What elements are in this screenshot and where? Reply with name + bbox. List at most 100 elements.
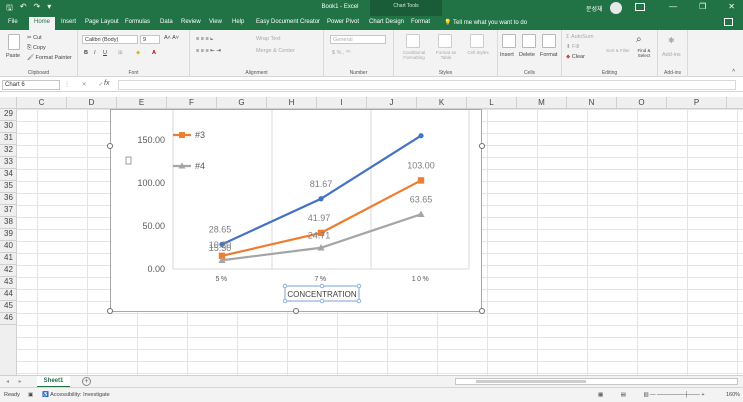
row-header[interactable]: 38 [0,217,17,229]
insert-cells-icon[interactable] [502,34,516,48]
autosum-button[interactable]: Σ AutoSum [566,34,594,40]
copy-button[interactable]: ⎘ Copy [27,45,46,52]
tab-chart-design[interactable]: Chart Design [369,19,404,25]
tab-formulas[interactable]: Formulas [125,19,150,25]
column-header[interactable]: J [367,97,417,109]
number-format-icons[interactable]: $ % , ⁰⁰ [332,50,350,56]
format-painter-button[interactable]: 🖌 Format Painter [27,55,72,61]
row-header[interactable]: 29 [0,109,17,121]
ribbon-display-options-icon[interactable] [635,3,645,11]
align-top-icons[interactable]: ≡ ≡ ≡ ⟀ [196,36,214,43]
column-header[interactable]: I [317,97,367,109]
font-size-box[interactable]: 9 [140,35,160,44]
accessibility-status[interactable]: ♿ Accessibility: Investigate [42,392,110,398]
fill-color-icon[interactable]: ◈ [136,50,140,56]
column-header[interactable]: K [417,97,467,109]
tab-easy-document-creator[interactable]: Easy Document Creator [256,19,320,25]
column-header[interactable]: L [467,97,517,109]
merge-center-button[interactable]: Merge & Center [256,48,295,54]
conditional-formatting-icon[interactable] [406,34,420,48]
column-header[interactable]: F [167,97,217,109]
redo-icon[interactable]: ↷ [34,2,41,16]
column-header[interactable]: O [617,97,667,109]
tab-insert[interactable]: Insert [61,19,76,25]
horizontal-scrollbar[interactable] [455,378,738,385]
customize-qat-icon[interactable]: ▾ [47,2,51,16]
row-header[interactable]: 41 [0,253,17,265]
row-header[interactable]: 31 [0,133,17,145]
close-icon[interactable]: ✕ [728,2,735,11]
font-grow-shrink-icons[interactable]: A˄ A˅ [164,35,179,41]
format-table-icon[interactable] [438,34,452,48]
name-box[interactable]: Chart 6 [2,80,60,90]
user-name[interactable]: 문성재 [586,4,603,13]
zoom-slider[interactable]: — ───────┼─── + [650,392,705,398]
column-header[interactable]: N [567,97,617,109]
font-color-icon[interactable]: A [152,50,156,56]
conditional-formatting-button[interactable]: Conditional Formatting [398,50,430,60]
collapse-ribbon-icon[interactable]: ˄ [732,68,735,74]
column-header[interactable]: E [117,97,167,109]
tab-review[interactable]: Review [181,19,201,25]
column-header[interactable]: H [267,97,317,109]
borders-icon[interactable]: ⊞ [118,50,123,56]
insert-button[interactable]: Insert [500,52,514,58]
tab-data[interactable]: Data [160,19,173,25]
row-header[interactable]: 46 [0,313,17,325]
align-left-icons[interactable]: ≡ ≡ ≡ ⇤ ⇥ [196,48,221,54]
column-header[interactable]: D [67,97,117,109]
tab-power-pivot[interactable]: Power Pivot [327,19,359,25]
sheet-nav-arrows[interactable]: ◂ ▸ [6,378,26,385]
chart-resize-handle[interactable] [107,308,113,314]
wrap-text-button[interactable]: Wrap Text [256,36,281,42]
zoom-level[interactable]: 160% [726,392,740,398]
paste-button[interactable]: Paste [6,53,20,59]
macro-record-icon[interactable]: ▣ [28,392,33,398]
row-header[interactable]: 43 [0,277,17,289]
font-name-box[interactable]: Calibri (Body) [82,35,138,44]
italic-icon[interactable]: I [94,50,96,56]
tab-page-layout[interactable]: Page Layout [85,19,119,25]
chart-resize-handle[interactable] [293,308,299,314]
delete-button[interactable]: Delete [519,52,535,58]
row-header[interactable]: 39 [0,229,17,241]
row-header[interactable]: 42 [0,265,17,277]
save-icon[interactable]: 🖫 [6,2,13,16]
row-header[interactable]: 40 [0,241,17,253]
undo-icon[interactable]: ↶ [20,2,27,16]
select-all-corner[interactable] [0,97,17,109]
formula-input[interactable] [118,80,736,90]
column-header[interactable]: P [667,97,727,109]
view-buttons[interactable]: ▦ ▤ ▥ [598,392,657,398]
scrollbar-thumb[interactable] [476,380,586,383]
format-cells-icon[interactable] [542,34,556,48]
row-header[interactable]: 45 [0,301,17,313]
row-header[interactable]: 37 [0,205,17,217]
column-header[interactable]: C [17,97,67,109]
format-as-table-button[interactable]: Format as Table [432,50,460,60]
clear-button[interactable]: ◆ Clear [566,54,585,60]
row-header[interactable]: 34 [0,169,17,181]
number-format-box[interactable]: General [330,35,386,44]
comments-icon[interactable] [724,18,733,26]
tab-help[interactable]: Help [232,19,244,25]
tell-me-search[interactable]: 💡 Tell me what you want to do [444,19,527,26]
chart-resize-handle[interactable] [107,143,113,149]
row-header[interactable]: 32 [0,145,17,157]
bold-icon[interactable]: B [84,50,88,56]
insert-function-icon[interactable]: fx [104,80,109,87]
chart-object[interactable]: 0.00 50.00 100.00 150.00 5% 7% 10% 28.65 81.67 15… [110,109,482,312]
tab-file[interactable]: File [8,19,18,25]
row-header[interactable]: 30 [0,121,17,133]
row-header[interactable]: 33 [0,157,17,169]
column-header[interactable]: M [517,97,567,109]
delete-cells-icon[interactable] [522,34,536,48]
underline-icon[interactable]: U [103,50,107,56]
tab-format[interactable]: Format [411,19,430,25]
chart-resize-handle[interactable] [479,143,485,149]
paste-icon[interactable] [8,34,20,50]
add-sheet-icon[interactable]: + [82,377,91,386]
cell-styles-icon[interactable] [470,34,484,48]
column-header[interactable]: G [217,97,267,109]
chart-resize-handle[interactable] [479,308,485,314]
